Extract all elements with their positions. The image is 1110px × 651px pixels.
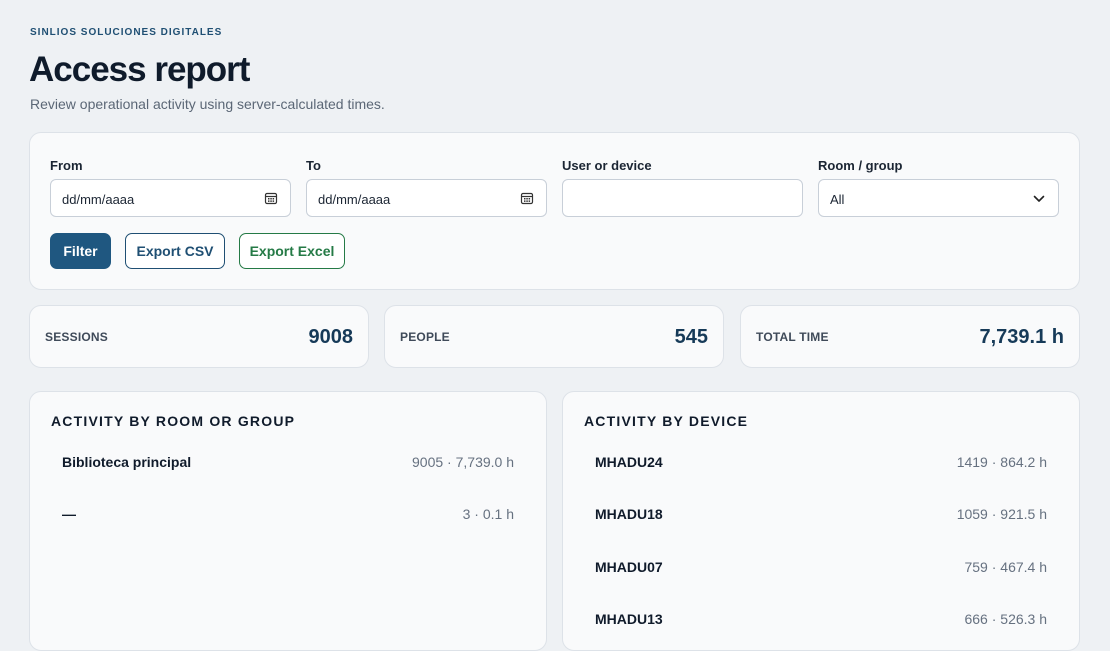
to-date-placeholder: dd/mm/aaaa (318, 192, 391, 207)
from-date-input[interactable]: dd/mm/aaaa (50, 179, 291, 217)
stat-label: TOTAL TIME (756, 330, 829, 344)
device-name: MHADU07 (595, 559, 663, 575)
stat-label: SESSIONS (45, 330, 108, 344)
room-stats: 9005 · 7,739.0 h (412, 454, 514, 470)
list-item: Biblioteca principal 9005 · 7,739.0 h (62, 454, 514, 476)
list-item: MHADU07 759 · 467.4 h (595, 559, 1047, 581)
room-group-select[interactable]: All (818, 179, 1059, 217)
export-csv-button[interactable]: Export CSV (125, 233, 225, 269)
chevron-down-icon (1033, 195, 1045, 202)
stat-label: PEOPLE (400, 330, 450, 344)
from-date-placeholder: dd/mm/aaaa (62, 192, 135, 207)
list-item: MHADU13 666 · 526.3 h (595, 611, 1047, 633)
activity-by-room-panel: ACTIVITY BY ROOM OR GROUP Biblioteca pri… (29, 391, 547, 651)
device-stats: 1059 · 921.5 h (956, 506, 1047, 522)
panel-title: ACTIVITY BY ROOM OR GROUP (51, 413, 296, 429)
stat-card-people: PEOPLE 545 (384, 305, 724, 368)
device-name: MHADU24 (595, 454, 663, 470)
list-item: MHADU24 1419 · 864.2 h (595, 454, 1047, 476)
filter-button[interactable]: Filter (50, 233, 111, 269)
device-stats: 759 · 467.4 h (964, 559, 1047, 575)
list-item: MHADU18 1059 · 921.5 h (595, 506, 1047, 528)
stat-value: 545 (674, 326, 708, 348)
room-name: Biblioteca principal (62, 454, 192, 470)
stat-value: 9008 (308, 326, 354, 348)
to-label: To (306, 158, 321, 173)
device-stats: 666 · 526.3 h (964, 611, 1047, 627)
user-device-label: User or device (562, 158, 652, 173)
from-label: From (50, 158, 83, 173)
room-stats: 3 · 0.1 h (462, 506, 514, 522)
export-excel-button[interactable]: Export Excel (239, 233, 345, 269)
room-group-label: Room / group (818, 158, 903, 173)
device-name: MHADU18 (595, 506, 663, 522)
list-item: — 3 · 0.1 h (62, 506, 514, 528)
brand-name: SINLIOS SOLUCIONES DIGITALES (30, 27, 223, 38)
stat-card-total-time: TOTAL TIME 7,739.1 h (740, 305, 1080, 368)
stat-card-sessions: SESSIONS 9008 (29, 305, 369, 368)
page-title: Access report (29, 50, 250, 89)
panel-title: ACTIVITY BY DEVICE (584, 413, 749, 429)
room-name: — (62, 506, 76, 522)
device-name: MHADU13 (595, 611, 663, 627)
activity-by-device-panel: ACTIVITY BY DEVICE MHADU24 1419 · 864.2 … (562, 391, 1080, 651)
calendar-icon[interactable] (520, 191, 534, 205)
stat-value: 7,739.1 h (979, 326, 1064, 348)
page-subtitle: Review operational activity using server… (30, 96, 385, 112)
room-group-selected: All (830, 192, 845, 207)
to-date-input[interactable]: dd/mm/aaaa (306, 179, 547, 217)
calendar-icon[interactable] (264, 191, 278, 205)
user-device-input[interactable] (562, 179, 803, 217)
device-stats: 1419 · 864.2 h (956, 454, 1047, 470)
filters-card: From dd/mm/aaaa To dd/mm/aaaa User or de… (29, 132, 1080, 290)
